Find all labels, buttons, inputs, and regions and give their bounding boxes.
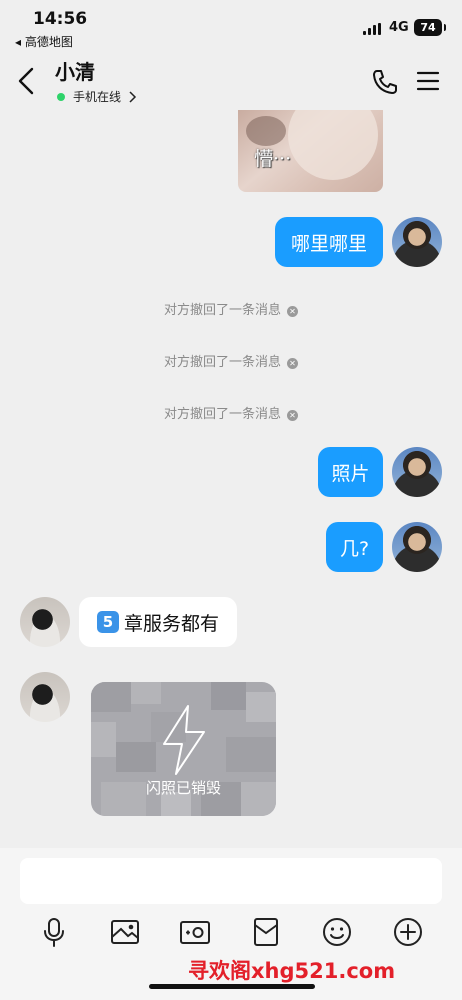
my-avatar[interactable] xyxy=(392,217,442,267)
recall-notice-text: 对方撤回了一条消息 xyxy=(163,303,281,318)
keycap-emoji: 5 xyxy=(96,611,119,633)
recall-notice: 对方撤回了一条消息 ✕ xyxy=(0,299,462,318)
close-icon[interactable]: ✕ xyxy=(287,358,298,369)
close-icon[interactable]: ✕ xyxy=(287,410,298,421)
online-status-label: 手机在线 xyxy=(73,90,122,104)
sticker-image[interactable]: 懵··· xyxy=(238,110,383,192)
watermark-text: 寻欢阁xhg521.com xyxy=(188,959,396,983)
image-icon xyxy=(111,920,139,944)
message-bubble-out[interactable]: 照片 xyxy=(318,447,383,497)
contact-avatar[interactable] xyxy=(20,597,70,647)
call-button[interactable] xyxy=(371,68,399,96)
lightning-icon xyxy=(163,705,205,775)
online-dot-icon xyxy=(57,92,65,101)
emoji-icon xyxy=(323,918,351,946)
plus-icon xyxy=(394,918,422,946)
photo-button[interactable] xyxy=(108,915,142,949)
message-bubble-in[interactable]: 5 章服务都有 xyxy=(79,597,237,647)
menu-icon xyxy=(416,71,440,91)
menu-button[interactable] xyxy=(416,70,440,92)
mic-icon xyxy=(44,918,64,947)
red-packet-button[interactable] xyxy=(249,915,283,949)
network-type: 4G xyxy=(389,20,409,35)
chevron-right-icon xyxy=(129,90,137,103)
back-button[interactable] xyxy=(14,66,40,96)
contact-name[interactable]: 小清 xyxy=(55,56,95,85)
red-packet-icon xyxy=(254,918,278,946)
close-icon[interactable]: ✕ xyxy=(287,306,298,317)
emoji-button[interactable] xyxy=(320,915,354,949)
sticker-caption: 懵··· xyxy=(254,148,292,170)
message-bubble-out[interactable]: 哪里哪里 xyxy=(275,217,383,267)
recall-notice: 对方撤回了一条消息 ✕ xyxy=(0,351,462,370)
message-text: 章服务都有 xyxy=(123,612,219,635)
message-bubble-out[interactable]: 几? xyxy=(326,522,383,572)
recall-notice: 对方撤回了一条消息 ✕ xyxy=(0,403,462,422)
signal-icon xyxy=(363,23,383,35)
online-status[interactable]: 手机在线 xyxy=(57,88,137,105)
flash-photo-label: 闪照已销毁 xyxy=(145,779,221,797)
home-indicator[interactable] xyxy=(149,984,315,989)
chevron-left-icon xyxy=(18,67,34,95)
more-button[interactable] xyxy=(391,915,425,949)
phone-icon xyxy=(373,70,397,94)
contact-avatar[interactable] xyxy=(20,672,70,722)
voice-button[interactable] xyxy=(37,915,71,949)
camera-button[interactable] xyxy=(178,915,212,949)
camera-icon xyxy=(180,921,210,944)
recall-notice-text: 对方撤回了一条消息 xyxy=(163,355,281,370)
my-avatar[interactable] xyxy=(392,447,442,497)
status-bar: 14:56 ◂ 高德地图 4G 74 xyxy=(0,0,462,54)
my-avatar[interactable] xyxy=(392,522,442,572)
back-to-app-link[interactable]: ◂ 高德地图 xyxy=(15,33,73,50)
battery-icon: 74 xyxy=(414,19,446,36)
chat-header: 小清 手机在线 xyxy=(0,54,462,110)
recall-notice-text: 对方撤回了一条消息 xyxy=(163,407,281,422)
message-input[interactable] xyxy=(20,858,442,904)
status-time: 14:56 xyxy=(33,9,88,29)
